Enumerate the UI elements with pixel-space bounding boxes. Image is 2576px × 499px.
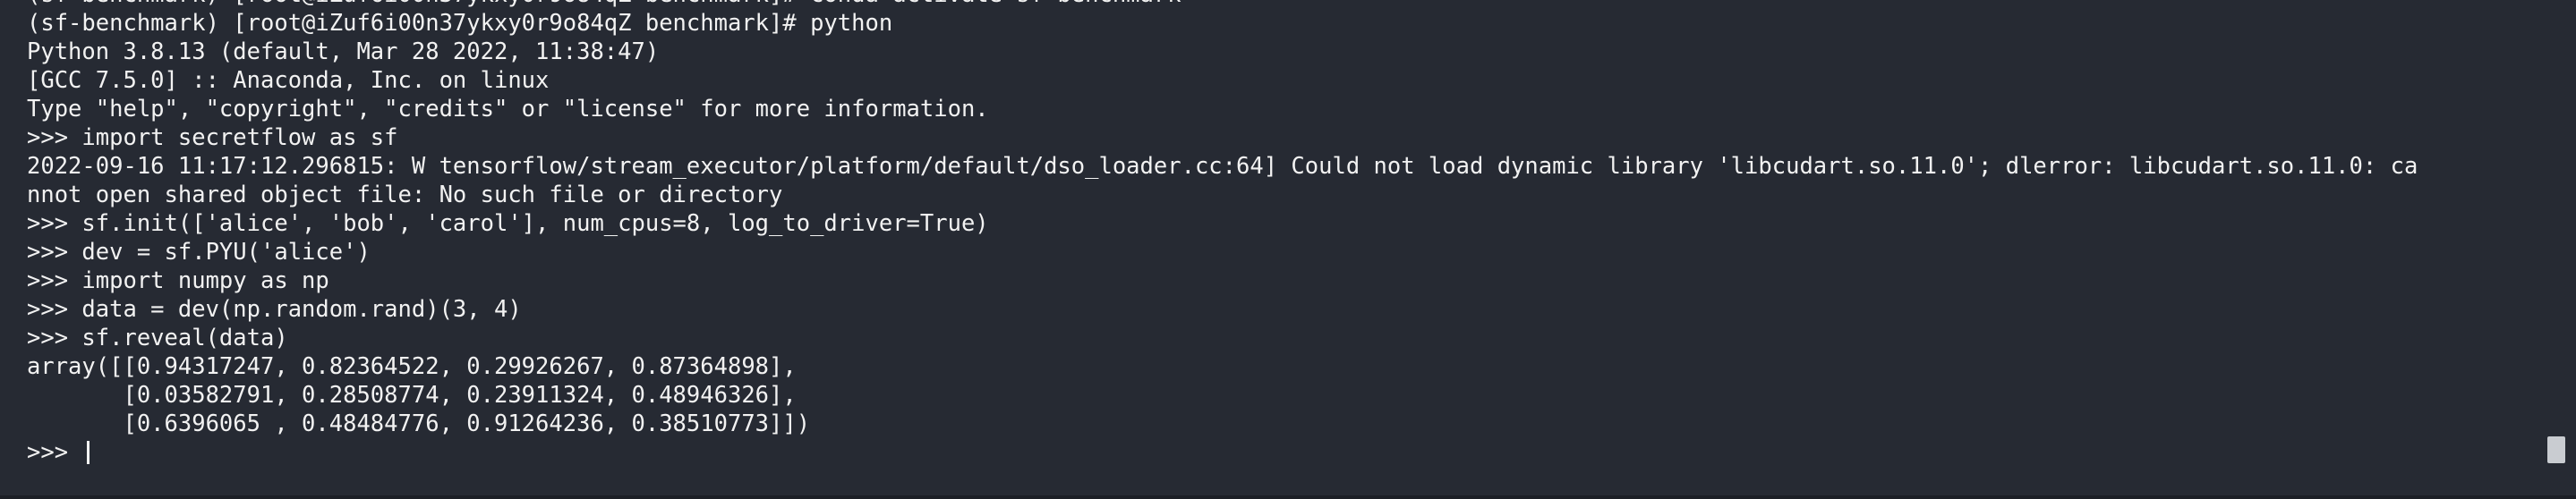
terminal-line: array([[0.94317247, 0.82364522, 0.299262… [27, 353, 797, 380]
terminal-line: >>> import secretflow as sf [27, 124, 398, 151]
terminal-line: [0.6396065 , 0.48484776, 0.91264236, 0.3… [27, 410, 811, 437]
terminal-output: (sf-benchmark) [root@iZuf6i00n37ykxy0r9o… [27, 0, 2522, 467]
prompt-label: >>> [27, 439, 82, 466]
terminal-line-partial: (sf-benchmark) [root@iZuf6i00n37ykxy0r9o… [27, 0, 2522, 9]
terminal-line: >>> dev = sf.PYU('alice') [27, 239, 371, 266]
terminal-line: >>> sf.init(['alice', 'bob', 'carol'], n… [27, 210, 989, 237]
terminal-line: [0.03582791, 0.28508774, 0.23911324, 0.4… [27, 382, 797, 409]
terminal-line: >>> import numpy as np [27, 267, 329, 294]
terminal-line: (sf-benchmark) [root@iZuf6i00n37ykxy0r9o… [27, 10, 893, 37]
terminal-line: nnot open shared object file: No such fi… [27, 182, 783, 208]
terminal-line: Python 3.8.13 (default, Mar 28 2022, 11:… [27, 38, 660, 65]
text-cursor [87, 441, 90, 464]
window-bottom-edge [0, 495, 2576, 499]
terminal-line: 2022-09-16 11:17:12.296815: W tensorflow… [27, 153, 2418, 180]
terminal-line: >>> sf.reveal(data) [27, 325, 288, 351]
terminal-line: >>> data = dev(np.random.rand)(3, 4) [27, 296, 522, 323]
terminal-line: Type "help", "copyright", "credits" or "… [27, 96, 989, 123]
scrollbar-track[interactable] [2540, 0, 2576, 499]
terminal-input-line[interactable]: >>> [27, 438, 2522, 467]
terminal-line: [GCC 7.5.0] :: Anaconda, Inc. on linux [27, 67, 550, 94]
terminal-window[interactable]: (sf-benchmark) [root@iZuf6i00n37ykxy0r9o… [0, 0, 2576, 499]
scrollbar-thumb[interactable] [2547, 436, 2565, 463]
